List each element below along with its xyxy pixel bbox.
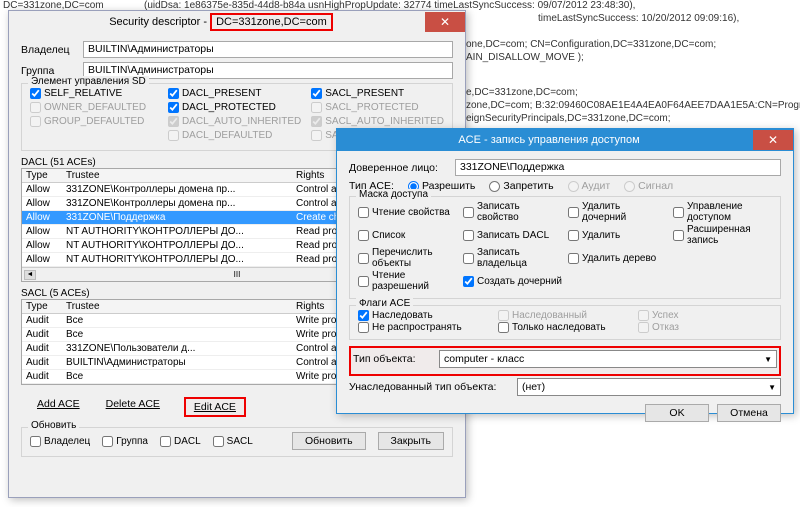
cb-write-dacl[interactable]: Записать DACL <box>463 224 562 246</box>
bg-l5: e,DC=331zone,DC=com; <box>466 86 578 100</box>
scroll-left-icon[interactable]: ◄ <box>24 270 36 280</box>
cb-dacl-defaulted: DACL_DEFAULTED <box>168 130 272 141</box>
cb-refresh-sacl[interactable]: SACL <box>213 436 253 447</box>
col-type[interactable]: Type <box>22 300 62 313</box>
cb-del-child[interactable]: Удалить дочерний <box>568 201 667 223</box>
cb-ext-write[interactable]: Расширенная запись <box>673 224 772 246</box>
chevron-down-icon: ▼ <box>768 383 776 392</box>
cb-list[interactable]: Список <box>358 224 457 246</box>
ace-inh-type-select[interactable]: (нет) ▼ <box>517 378 781 396</box>
cb-inherited: Наследованный <box>498 310 632 321</box>
sd-titlebar[interactable]: Security descriptor - DC=331zone,DC=com … <box>9 11 465 33</box>
cb-sacl-present[interactable]: SACL_PRESENT <box>311 88 404 99</box>
ace-title: ACE - запись управления доступом <box>345 134 753 146</box>
cb-refresh-group[interactable]: Группа <box>102 436 148 447</box>
ace-obj-type-select[interactable]: computer - класс ▼ <box>439 350 777 368</box>
cb-read-perm[interactable]: Чтение разрешений <box>358 270 457 292</box>
add-ace-button[interactable]: Add ACE <box>35 397 82 417</box>
cb-create-child[interactable]: Создать дочерний <box>463 270 562 292</box>
edit-ace-button[interactable]: Edit ACE <box>184 397 246 417</box>
cb-write-prop[interactable]: Записать свойство <box>463 201 562 223</box>
cb-fail: Отказ <box>638 322 772 333</box>
cb-enum[interactable]: Перечислить объекты <box>358 247 457 269</box>
col-type[interactable]: Type <box>22 169 62 182</box>
ace-obj-type-label: Тип объекта: <box>353 353 433 365</box>
cb-dacl-protected[interactable]: DACL_PROTECTED <box>168 102 276 113</box>
cb-sacl-auto-inherited: SACL_AUTO_INHERITED <box>311 116 444 127</box>
ace-obj-type-value: computer - класс <box>444 353 524 365</box>
bg-l3: one,DC=com; CN=Configuration,DC=331zone,… <box>466 38 716 52</box>
ace-titlebar[interactable]: ACE - запись управления доступом ✕ <box>337 129 793 151</box>
cb-self-relative[interactable]: SELF_RELATIVE <box>30 88 122 99</box>
cb-success: Успех <box>638 310 772 321</box>
ace-inh-type-label: Унаследованный тип объекта: <box>349 381 511 393</box>
ok-button[interactable]: OK <box>645 404 709 422</box>
cb-refresh-owner[interactable]: Владелец <box>30 436 90 447</box>
sd-control-title: Элемент управления SD <box>28 76 149 87</box>
radio-audit: Аудит <box>568 180 611 192</box>
bg-l2: timeLastSyncSuccess: 10/20/2012 09:09:16… <box>538 12 739 26</box>
bg-l7: eignSecurityPrincipals,DC=331zone,DC=com… <box>466 112 671 126</box>
refresh-title: Обновить <box>28 420 79 431</box>
cb-refresh-dacl[interactable]: DACL <box>160 436 201 447</box>
delete-ace-button[interactable]: Delete ACE <box>104 397 162 417</box>
cb-inherit[interactable]: Наследовать <box>358 310 492 321</box>
radio-signal: Сигнал <box>624 180 673 192</box>
mask-title: Маска доступа <box>356 189 431 200</box>
col-trustee[interactable]: Trustee <box>62 300 292 313</box>
owner-field[interactable]: BUILTIN\Администраторы <box>83 41 453 58</box>
col-trustee[interactable]: Trustee <box>62 169 292 182</box>
cb-group-defaulted: GROUP_DEFAULTED <box>30 116 144 127</box>
radio-deny[interactable]: Запретить <box>489 180 553 192</box>
owner-label: Владелец <box>21 44 77 56</box>
cb-del-tree[interactable]: Удалить дерево <box>568 247 667 269</box>
bg-l4: AIN_DISALLOW_MOVE ); <box>466 51 584 65</box>
cb-onlyinh[interactable]: Только наследовать <box>498 322 632 333</box>
sd-title-prefix: Security descriptor - <box>109 16 210 28</box>
cb-owner-defaulted: OWNER_DEFAULTED <box>30 102 146 113</box>
cb-ctl-access[interactable]: Управление доступом <box>673 201 772 223</box>
cb-dacl-auto-inherited: DACL_AUTO_INHERITED <box>168 116 301 127</box>
ace-dialog: ACE - запись управления доступом ✕ Довер… <box>336 128 794 414</box>
cb-delete[interactable]: Удалить <box>568 224 667 246</box>
cb-write-owner[interactable]: Записать владельца <box>463 247 562 269</box>
update-button[interactable]: Обновить <box>292 432 366 450</box>
cb-read-prop[interactable]: Чтение свойства <box>358 201 457 223</box>
ace-inh-type-value: (нет) <box>522 381 545 393</box>
group-label: Группа <box>21 65 77 77</box>
flags-title: Флаги ACE <box>356 298 413 309</box>
chevron-down-icon: ▼ <box>764 355 772 364</box>
cancel-button[interactable]: Отмена <box>717 404 781 422</box>
ace-trustee-label: Доверенное лицо: <box>349 162 449 174</box>
cb-dacl-present[interactable]: DACL_PRESENT <box>168 88 261 99</box>
cb-noprop[interactable]: Не распространять <box>358 322 492 333</box>
bg-l6: zone,DC=com; B:32:09460C08AE1E4A4EA0F64A… <box>466 99 800 113</box>
sd-title-dn: DC=331zone,DC=com <box>210 13 333 31</box>
close-button[interactable]: Закрыть <box>378 432 444 450</box>
close-icon[interactable]: ✕ <box>753 130 793 150</box>
cb-sacl-protected: SACL_PROTECTED <box>311 102 418 113</box>
ace-trustee-field[interactable]: 331ZONE\Поддержка <box>455 159 781 176</box>
close-icon[interactable]: ✕ <box>425 12 465 32</box>
